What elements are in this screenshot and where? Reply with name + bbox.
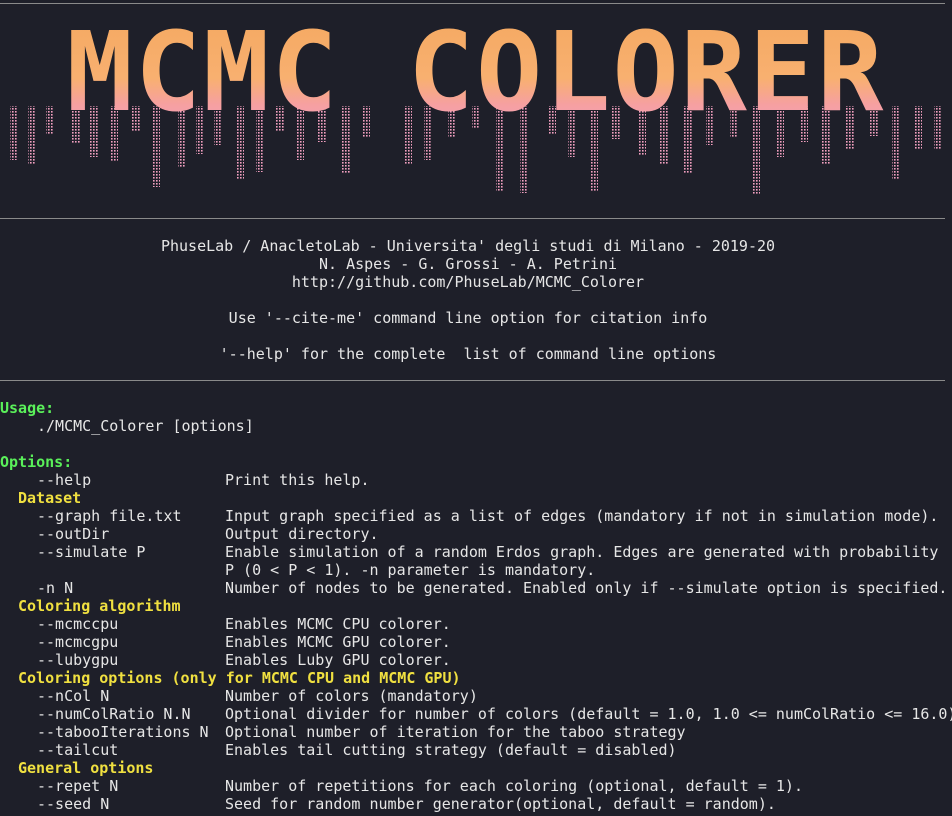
credits-authors: N. Aspes - G. Grossi - A. Petrini [318,255,617,273]
option-flag: --nCol N [37,687,110,705]
credits-url: http://github.com/PhuseLab/MCMC_Colorer [291,273,645,291]
banner-drip [10,106,18,160]
option-description: Optional number of iteration for the tab… [225,723,686,741]
banner-drip [934,106,942,150]
option-flag: --tailcut [37,741,119,759]
option-description: Output directory. [225,525,379,543]
option-flag: --lubygpu [37,651,119,669]
banner-drip [46,106,54,134]
option-description-cont: P (0 < P < 1). -n parameter is mandatory… [225,561,596,579]
banner-drip [892,106,900,180]
option-description: Number of colors (mandatory) [225,687,478,705]
options-heading: Options: [0,453,73,471]
option-flag: --graph file.txt [37,507,182,525]
option-flag: --seed N [37,795,110,813]
option-flag: -n N [37,579,74,597]
banner-drip [914,106,922,150]
option-flag: --repet N [37,777,119,795]
option-flag: --mcmcgpu [37,633,119,651]
option-flag: --simulate P [37,543,146,561]
option-desc-help: Print this help. [225,471,370,489]
option-description: Enable simulation of a random Erdos grap… [225,543,939,561]
banner-rule [0,218,945,219]
option-flag: --numColRatio N.N [37,705,191,723]
option-description: Enables MCMC CPU colorer. [225,615,451,633]
option-description: Enables Luby GPU colorer. [225,651,451,669]
top-rule [0,3,945,4]
credits-lab: PhuseLab / AnacletoLab - Universita' deg… [160,237,776,255]
usage-heading: Usage: [0,399,55,417]
option-flag: --tabooIterations N [37,723,209,741]
option-flag: --mcmccpu [37,615,119,633]
banner-title: MCMC COLORER [67,8,886,136]
option-description: Number of nodes to be generated. Enabled… [225,579,948,597]
section-title: General options [18,759,154,777]
option-flag-help: --help [37,471,92,489]
help-hint: '--help' for the complete list of comman… [219,345,717,363]
option-flag: --outDir [37,525,110,543]
usage-command: ./MCMC_Colorer [options] [37,417,254,435]
option-description: Enables tail cutting strategy (default =… [225,741,677,759]
cite-hint: Use '--cite-me' command line option for … [228,309,708,327]
banner-drip [28,106,36,165]
option-description: Number of repetitions for each coloring … [225,777,803,795]
section-title: Coloring options (only for MCMC CPU and … [18,669,461,687]
section-title: Dataset [18,489,82,507]
ascii-banner-logo: MCMC COLORER [10,8,942,194]
option-description: Input graph specified as a list of edges… [225,507,939,525]
option-description: Optional divider for number of colors (d… [225,705,952,723]
credits-rule [0,380,945,381]
section-title: Coloring algorithm [18,597,181,615]
option-description: Seed for random number generator(optiona… [225,795,776,813]
option-description: Enables MCMC GPU colorer. [225,633,451,651]
